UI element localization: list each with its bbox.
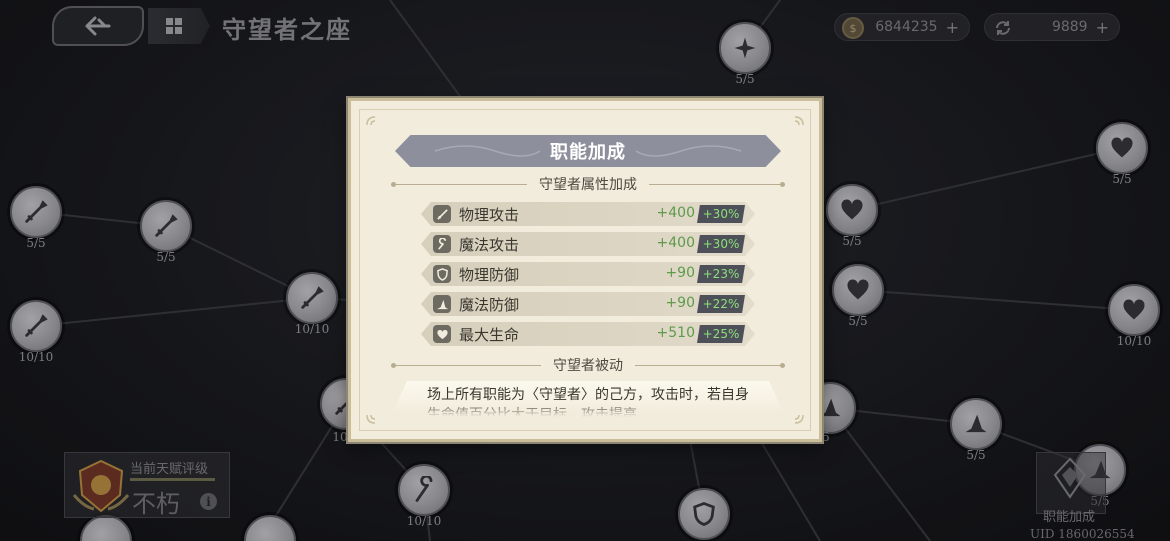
stat-name: 魔法攻击 xyxy=(459,236,520,254)
heart-stat-icon xyxy=(433,325,451,343)
modal-header: 职能加成 xyxy=(395,135,781,167)
stat-flat-value: +400 xyxy=(656,235,695,251)
stat-percent-badge: +22% xyxy=(697,295,745,313)
corner-ornament-icon xyxy=(366,116,376,126)
stat-row: 魔法攻击 +400 +30% xyxy=(421,232,755,256)
stat-percent-badge: +30% xyxy=(697,205,745,223)
stat-flat-value: +510 xyxy=(656,325,695,341)
corner-ornament-icon xyxy=(794,116,804,126)
stat-percent-badge: +23% xyxy=(697,265,745,283)
passive-section-heading: 守望者被动 xyxy=(391,356,785,374)
stat-row: 物理防御 +90 +23% xyxy=(421,262,755,286)
corner-ornament-icon xyxy=(366,414,376,424)
modal-title: 职能加成 xyxy=(550,142,626,163)
stat-flat-value: +90 xyxy=(665,295,695,311)
attr-section-label: 守望者属性加成 xyxy=(539,177,637,193)
stat-name: 物理攻击 xyxy=(459,206,520,224)
wand-stat-icon xyxy=(433,235,451,253)
stat-name: 最大生命 xyxy=(459,326,520,344)
sword-stat-icon xyxy=(433,205,451,223)
passive-section-label: 守望者被动 xyxy=(553,358,623,374)
stat-flat-value: +90 xyxy=(665,265,695,281)
stat-name: 魔法防御 xyxy=(459,296,520,314)
stat-row: 物理攻击 +400 +30% xyxy=(421,202,755,226)
stat-row: 最大生命 +510 +25% xyxy=(421,322,755,346)
stat-row: 魔法防御 +90 +22% xyxy=(421,292,755,316)
stat-percent-badge: +30% xyxy=(697,235,745,253)
stat-percent-badge: +25% xyxy=(697,325,745,343)
hat-stat-icon xyxy=(433,295,451,313)
job-bonus-modal: 职能加成 守望者属性加成 物理攻击 +400 +30% 魔法攻击 +400 +3… xyxy=(348,98,822,442)
stat-flat-value: +400 xyxy=(656,205,695,221)
passive-fade xyxy=(391,401,785,417)
shield-stat-icon xyxy=(433,265,451,283)
stat-name: 物理防御 xyxy=(459,266,520,284)
attr-section-heading: 守望者属性加成 xyxy=(391,175,785,193)
corner-ornament-icon xyxy=(794,414,804,424)
passive-description-box[interactable]: 场上所有职能为〈守望者〉的己方，攻击时，若自身生命值百分比大于目标，攻击提高 xyxy=(391,381,785,417)
